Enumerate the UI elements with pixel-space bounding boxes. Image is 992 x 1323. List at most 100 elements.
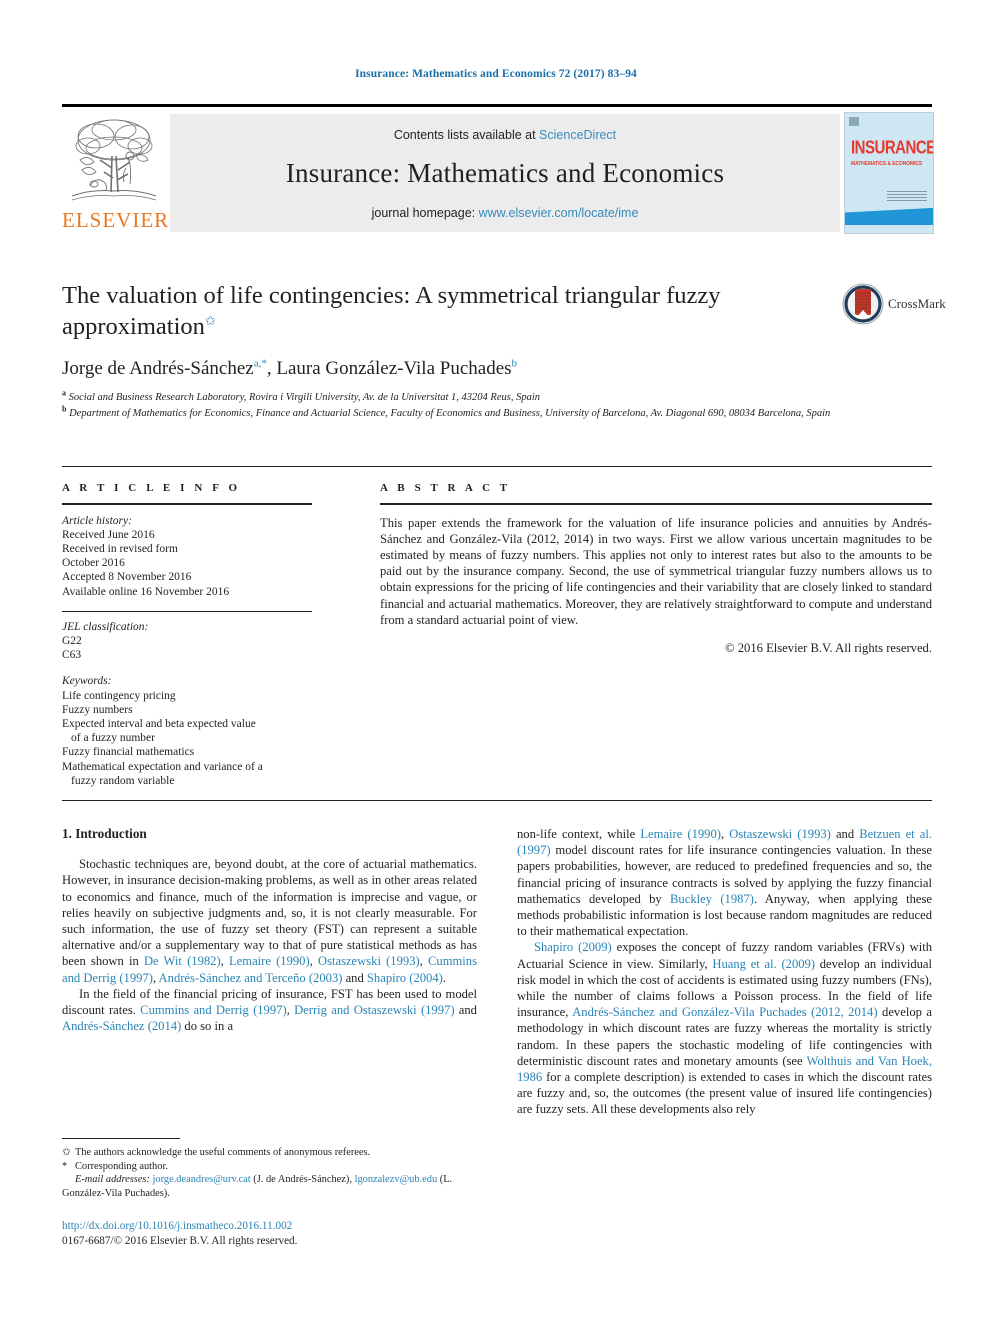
citation-buckley-year[interactable]: (1987) xyxy=(720,892,754,906)
doi-link[interactable]: http://dx.doi.org/10.1016/j.insmatheco.2… xyxy=(62,1220,292,1232)
cover-title: INSURANCE xyxy=(851,137,934,159)
citation-shapiro-2004-year[interactable]: (2004) xyxy=(409,971,443,985)
crossmark-badge[interactable]: CrossMark xyxy=(842,283,992,327)
abstract-rule xyxy=(380,503,932,505)
p4-post: for a complete description) is extended … xyxy=(517,1070,932,1117)
masthead: ELSEVIER Contents lists available at Sci… xyxy=(62,110,934,234)
citation-andres-terceno-year[interactable]: (2003) xyxy=(309,971,343,985)
article-history: Article history: Received June 2016 Rece… xyxy=(62,514,312,599)
p2-tail: do so in a xyxy=(181,1019,234,1034)
author-2: , Laura González-Vila Puchades xyxy=(266,358,512,379)
abstract-heading: A B S T R A C T xyxy=(380,482,511,494)
citation-andres-terceno[interactable]: Andrés-Sánchez and Terceño xyxy=(159,971,306,985)
affiliation-a-text: Social and Business Research Laboratory,… xyxy=(66,392,541,403)
email-link-1[interactable]: jorge.deandres@urv.cat xyxy=(153,1174,251,1185)
citation-andres-2014[interactable]: Andrés-Sánchez xyxy=(62,1019,145,1033)
citation-andres-2014-year[interactable]: (2014) xyxy=(148,1019,182,1033)
keyword-item: Mathematical expectation and variance of… xyxy=(62,760,263,773)
citation-shapiro-2009-year[interactable]: (2009) xyxy=(578,940,612,954)
keyword-item: Life contingency pricing xyxy=(62,689,176,702)
jel-item: G22 xyxy=(62,635,82,648)
body-column-right: non-life context, while Lemaire (1990), … xyxy=(517,826,932,1118)
keyword-item: Fuzzy numbers xyxy=(62,703,133,716)
citation-betzuen[interactable]: Betzuen et al. xyxy=(859,827,932,841)
jel-separator-rule xyxy=(62,610,312,612)
p3-pre: non-life context, while xyxy=(517,827,641,841)
article-info-rule xyxy=(62,503,312,505)
citation-shapiro-2009[interactable]: Shapiro xyxy=(534,940,573,954)
citation-andres-gonzalez[interactable]: Andrés-Sánchez and González-Vila Puchade… xyxy=(572,1005,877,1019)
author-list: Jorge de Andrés-Sáncheza,*, Laura Gonzál… xyxy=(62,358,932,380)
history-item: October 2016 xyxy=(62,557,125,570)
paragraph-intro-3: non-life context, while Lemaire (1990), … xyxy=(517,827,933,939)
footnotes-block: ✩ The authors acknowledge the useful comm… xyxy=(62,1138,477,1201)
title-block: The valuation of life contingencies: A s… xyxy=(62,280,946,423)
cover-text-lines xyxy=(887,191,927,203)
section-heading-introduction: 1. Introduction xyxy=(62,826,147,841)
history-item: Available online 16 November 2016 xyxy=(62,585,230,598)
citation-dewit[interactable]: De Wit xyxy=(144,954,182,968)
citation-buckley[interactable]: Buckley xyxy=(670,892,712,906)
affiliation-b: b Department of Mathematics for Economic… xyxy=(62,405,932,421)
citation-dewit-year[interactable]: (1982) xyxy=(187,954,221,968)
footnote-star: ✩ The authors acknowledge the useful comm… xyxy=(62,1146,477,1160)
email-link-2[interactable]: lgonzalezv@ub.edu xyxy=(355,1174,438,1185)
citation-ostaszewski-year[interactable]: (1993) xyxy=(386,954,420,968)
issn-copyright-line: 0167-6687/© 2016 Elsevier B.V. All right… xyxy=(62,1234,298,1247)
jel-item: C63 xyxy=(62,649,82,662)
elsevier-logo: ELSEVIER xyxy=(62,112,170,232)
citation-ostaszewski-r[interactable]: Ostaszewski xyxy=(729,827,792,841)
keyword-item-cont: of a fuzzy number xyxy=(71,732,155,745)
journal-homepage-link[interactable]: www.elsevier.com/locate/ime xyxy=(479,206,639,220)
citation-lemaire-r[interactable]: Lemaire xyxy=(640,827,682,841)
citation-huang[interactable]: Huang et al. (2009) xyxy=(712,957,815,971)
citation-ostaszewski[interactable]: Ostaszewski xyxy=(318,954,381,968)
citation-lemaire[interactable]: Lemaire xyxy=(229,954,271,968)
citation-cummins-derrig-2[interactable]: Cummins and Derrig xyxy=(140,1003,249,1017)
homepage-line: journal homepage: www.elsevier.com/locat… xyxy=(170,206,840,220)
paper-page: Insurance: Mathematics and Economics 72 … xyxy=(0,0,992,1323)
citation-cummins-derrig-year[interactable]: (1997) xyxy=(119,971,153,985)
cover-bottom-strip xyxy=(845,225,933,233)
abstract-block: A B S T R A C T This paper extends the f… xyxy=(380,482,932,656)
affiliation-a: a Social and Business Research Laborator… xyxy=(62,389,932,405)
footnote-asterisk-marker: * xyxy=(62,1160,68,1172)
paragraph-intro-2: In the field of the financial pricing of… xyxy=(62,986,477,1034)
footnote-star-marker: ✩ xyxy=(62,1147,71,1159)
page-title: The valuation of life contingencies: A s… xyxy=(62,280,762,342)
email-owner-1: (J. de Andrés-Sánchez), xyxy=(250,1174,352,1186)
elsevier-tree-icon xyxy=(71,119,157,201)
elsevier-wordmark: ELSEVIER xyxy=(62,208,170,232)
article-info-block: A R T I C L E I N F O Article history: R… xyxy=(62,482,312,788)
homepage-prefix: journal homepage: xyxy=(371,206,479,220)
cover-header-strip xyxy=(849,117,929,126)
paragraph-intro-1: Stochastic techniques are, beyond doubt,… xyxy=(62,857,477,985)
sciencedirect-link[interactable]: ScienceDirect xyxy=(539,128,616,142)
footnote-rule xyxy=(62,1138,180,1140)
title-text: The valuation of life contingencies: A s… xyxy=(62,282,721,340)
doi-block: http://dx.doi.org/10.1016/j.insmatheco.2… xyxy=(62,1219,477,1248)
author-1-marks: a,* xyxy=(253,357,267,370)
contents-prefix: Contents lists available at xyxy=(393,128,540,142)
p1-text: Stochastic techniques are, beyond doubt,… xyxy=(62,857,477,969)
history-item: Received June 2016 xyxy=(62,528,155,541)
jel-label: JEL classification: xyxy=(62,620,149,633)
history-item: Received in revised form xyxy=(62,543,178,555)
citation-lemaire-year[interactable]: (1990) xyxy=(276,954,310,968)
cover-subtitle: MATHEMATICS & ECONOMICS xyxy=(851,161,923,167)
citation-betzuen-year[interactable]: (1997) xyxy=(517,843,551,857)
cover-elsevier-mark xyxy=(849,117,859,126)
citation-shapiro-2004[interactable]: Shapiro xyxy=(367,971,406,985)
citation-ostaszewski-r-year[interactable]: (1993) xyxy=(797,827,831,841)
citation-derrig-ostaszewski[interactable]: Derrig and Ostaszewski xyxy=(294,1003,417,1017)
crossmark-icon xyxy=(842,283,884,325)
footnote-emails: E-mail addresses: jorge.deandres@urv.cat… xyxy=(62,1173,477,1200)
citation-derrig-ostaszewski-year[interactable]: (1997) xyxy=(421,1003,455,1017)
citation-lemaire-r-year[interactable]: (1990) xyxy=(687,827,721,841)
jel-classification: JEL classification: G22 C63 xyxy=(62,620,312,663)
masthead-top-rule xyxy=(62,104,932,107)
citation-cummins-derrig-2-year[interactable]: (1997) xyxy=(253,1003,287,1017)
body-column-left: 1. Introduction Stochastic techniques ar… xyxy=(62,826,477,1034)
affiliation-b-text: Department of Mathematics for Economics,… xyxy=(66,408,831,419)
paragraph-intro-4: Shapiro (2009) exposes the concept of fu… xyxy=(517,939,932,1117)
